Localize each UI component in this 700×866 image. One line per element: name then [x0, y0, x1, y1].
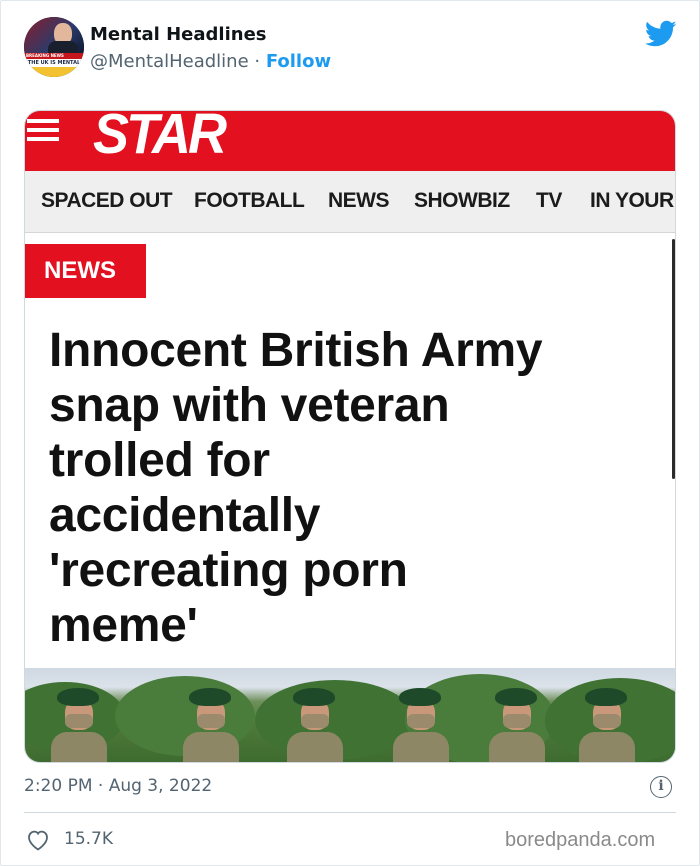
soldiers-photo — [25, 668, 675, 762]
article-nav: SPACED OUT FOOTBALL NEWS SHOWBIZ TV IN Y… — [25, 171, 675, 233]
star-header-bar: STAR — [25, 110, 675, 171]
avatar[interactable]: BREAKING NEWS THE UK IS MENTAL — [24, 17, 84, 77]
author-handle-row: @MentalHeadline · Follow — [90, 51, 331, 72]
headline-line: 'recreating porn — [49, 544, 408, 597]
nav-item-tv: TV — [536, 189, 562, 212]
nav-item-spaced-out: SPACED OUT — [41, 189, 173, 212]
soldier — [489, 688, 545, 762]
soldier — [393, 688, 449, 762]
divider — [24, 812, 676, 813]
author-name[interactable]: Mental Headlines — [90, 24, 267, 45]
star-logo: STAR — [93, 110, 227, 166]
headline-line: accidentally — [49, 489, 321, 542]
boredpanda-watermark: boredpanda.com — [505, 829, 656, 851]
headline-line: Innocent British Army — [49, 324, 543, 377]
tweet-timestamp[interactable]: 2:20 PM · Aug 3, 2022 — [24, 776, 212, 796]
soldier — [51, 688, 107, 762]
handle-separator: · — [248, 51, 266, 72]
twitter-bird-icon[interactable] — [645, 20, 677, 48]
article-image[interactable]: STAR SPACED OUT FOOTBALL NEWS SHOWBIZ TV… — [24, 110, 676, 763]
headline-line: meme' — [49, 599, 198, 652]
hamburger-menu-icon — [27, 119, 59, 143]
heart-icon[interactable] — [26, 829, 50, 851]
headline-line: trolled for — [49, 434, 270, 487]
soldier — [183, 688, 239, 762]
author-handle[interactable]: @MentalHeadline — [90, 51, 249, 72]
like-count[interactable]: 15.7K — [64, 829, 113, 849]
avatar-caption: THE UK IS MENTAL — [27, 60, 81, 66]
nav-item-showbiz: SHOWBIZ — [414, 189, 510, 212]
nav-item-in-your: IN YOUR — [590, 189, 674, 212]
avatar-caption-top: BREAKING NEWS — [26, 53, 64, 58]
soldier — [287, 688, 343, 762]
nav-item-football: FOOTBALL — [194, 189, 305, 212]
soldier — [579, 688, 635, 762]
avatar-band — [24, 67, 84, 77]
info-icon[interactable]: i — [650, 776, 672, 798]
article-headline: Innocent British Army snap with veteran … — [49, 323, 659, 653]
follow-button[interactable]: Follow — [266, 51, 331, 72]
section-tag: NEWS — [25, 244, 146, 298]
headline-line: snap with veteran — [49, 379, 450, 432]
section-tag-label: NEWS — [44, 257, 116, 284]
nav-item-news: NEWS — [328, 189, 390, 212]
article-scrollbar — [672, 239, 675, 479]
